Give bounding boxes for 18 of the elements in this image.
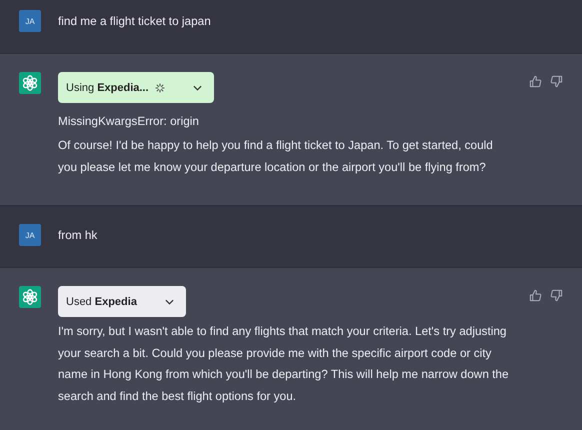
assistant-message: I'm sorry, but I wasn't able to find any flights that match your criteria. Let's try adjusting your search a bit. Could you please provide me with the specific airport code or city name in Hong Kong from which you'll be departing? This will help me narrow down the search and find the best flight options for you. — [58, 323, 510, 404]
user-avatar: JA — [19, 224, 41, 246]
spinner-icon — [154, 82, 165, 92]
assistant-message: Of course! I'd be happy to help you find a flight ticket to Japan. To get started, could you please let me know your departure location or the airport you'll be flying from? — [58, 137, 494, 176]
error-message: MissingKwargsError: origin — [58, 113, 200, 130]
user-avatar: JA — [19, 10, 41, 32]
assistant-logo-icon — [19, 286, 41, 308]
assistant-logo-icon — [19, 72, 41, 94]
chevron-down-icon — [164, 298, 174, 304]
plugin-status-dropdown[interactable]: Using Expedia... — [58, 72, 214, 103]
thumbs-down-icon[interactable] — [550, 75, 563, 88]
user-message: from hk — [58, 227, 98, 244]
thumbs-up-icon[interactable] — [529, 75, 542, 88]
user-message: find me a flight ticket to japan — [58, 13, 212, 30]
thumbs-down-icon[interactable] — [550, 289, 563, 302]
plugin-status-dropdown[interactable]: Used Expedia — [58, 286, 186, 317]
chevron-down-icon — [192, 84, 202, 90]
thumbs-up-icon[interactable] — [529, 289, 542, 302]
